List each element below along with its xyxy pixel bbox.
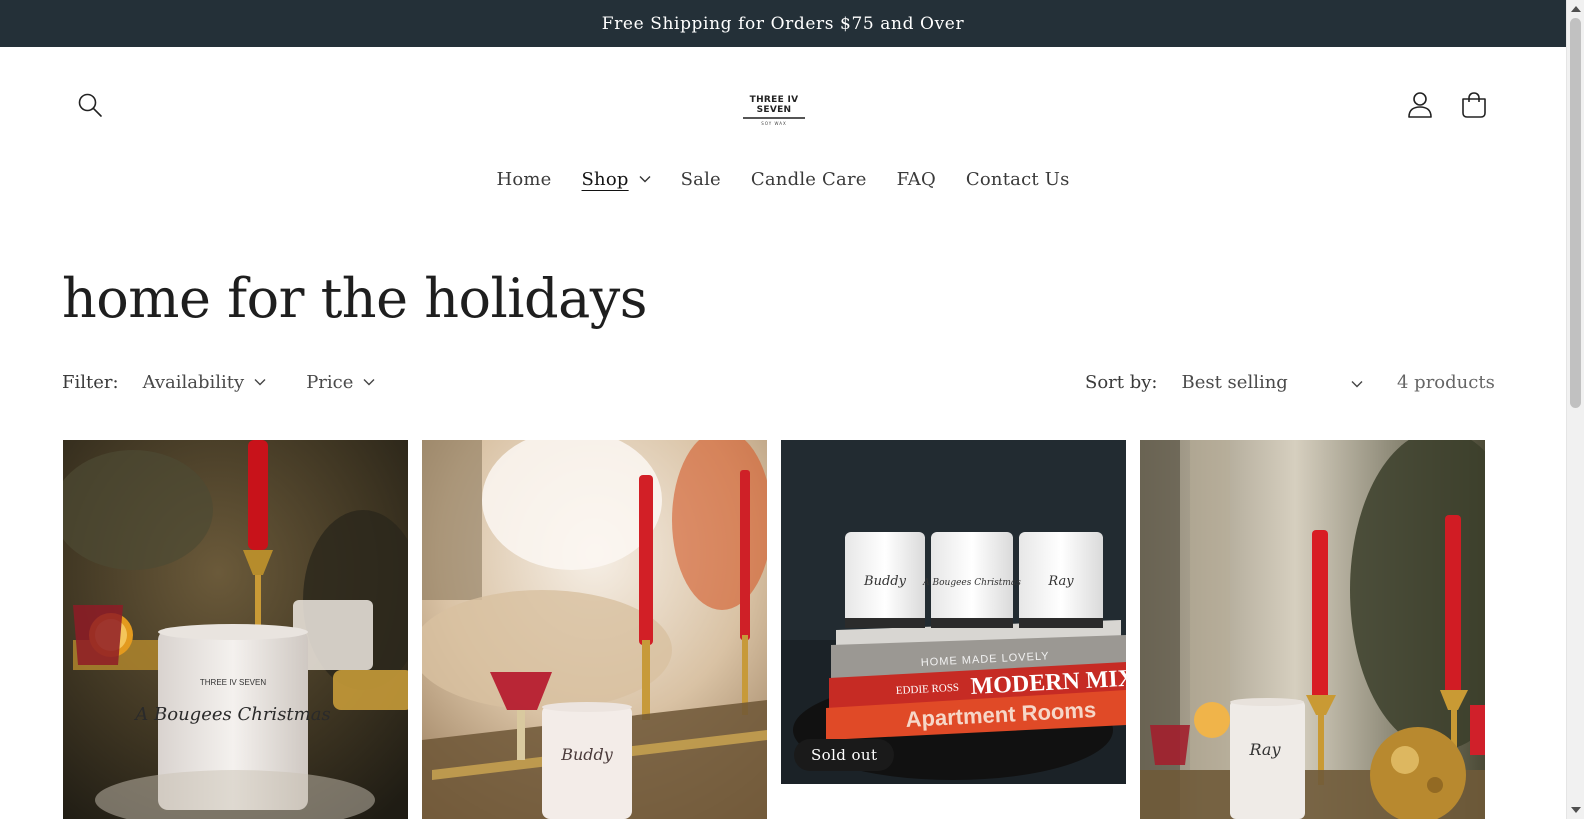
search-button[interactable]: [70, 85, 110, 125]
nav-item-contact-us[interactable]: Contact Us: [951, 169, 1085, 190]
product-card[interactable]: Buddy: [422, 440, 767, 819]
scroll-down-icon[interactable]: [1571, 807, 1581, 813]
brand-logo[interactable]: THREE IV SEVEN SOY WAX: [736, 95, 812, 126]
product-image[interactable]: HOME MADE LOVELY EDDIE ROSS MODERN MIX A…: [781, 440, 1126, 784]
logo-tagline: SOY WAX: [761, 121, 787, 126]
filter-label: Filter:: [62, 371, 119, 393]
product-image[interactable]: THREE IV SEVEN A Bougees Christmas: [63, 440, 408, 819]
nav-label: Shop: [581, 168, 629, 190]
nav-item-faq[interactable]: FAQ: [882, 169, 951, 190]
price-filter-label: Price: [306, 371, 354, 393]
chevron-down-icon: [639, 175, 651, 183]
nav-label: Sale: [680, 168, 721, 190]
chevron-down-icon: [254, 378, 266, 386]
product-card[interactable]: THREE IV SEVEN A Bougees Christmas: [63, 440, 408, 819]
collection-title: home for the holidays: [62, 267, 648, 330]
jar-label-text: Buddy: [560, 745, 614, 764]
announcement-bar: Free Shipping for Orders $75 and Over: [0, 0, 1566, 47]
product-card[interactable]: Ray: [1140, 440, 1485, 819]
filter-bar: Filter: Availability Price: [62, 367, 415, 397]
scroll-up-icon[interactable]: [1571, 6, 1581, 12]
announcement-text: Free Shipping for Orders $75 and Over: [601, 13, 965, 34]
jar-label-text: Ray: [1249, 740, 1282, 759]
nav-label: Candle Care: [750, 168, 867, 190]
logo-rule: [743, 117, 805, 119]
nav-item-sale[interactable]: Sale: [666, 169, 736, 190]
availability-filter[interactable]: Availability: [143, 372, 267, 393]
search-icon: [78, 93, 102, 117]
cart-button[interactable]: [1454, 85, 1494, 125]
nav-label: Home: [496, 168, 552, 190]
price-filter[interactable]: Price: [306, 372, 375, 393]
sort-label: Sort by:: [1085, 371, 1158, 393]
svg-text:Buddy: Buddy: [863, 574, 907, 589]
product-card[interactable]: HOME MADE LOVELY EDDIE ROSS MODERN MIX A…: [781, 440, 1126, 784]
chevron-down-icon: [363, 378, 375, 386]
scroll-thumb[interactable]: [1570, 18, 1581, 408]
nav-label: Contact Us: [965, 168, 1070, 190]
svg-text:Ray: Ray: [1047, 574, 1074, 589]
chevron-down-icon: [1351, 372, 1363, 393]
product-image[interactable]: Ray: [1140, 440, 1485, 819]
jar-brand-text: THREE IV SEVEN: [200, 678, 266, 687]
jar-label-text: A Bougees Christmas: [133, 704, 330, 725]
nav-item-candle-care[interactable]: Candle Care: [736, 169, 882, 190]
cart-icon: [1462, 92, 1486, 118]
nav-label: FAQ: [896, 168, 936, 190]
user-icon: [1408, 92, 1432, 118]
page-scrollbar[interactable]: [1566, 0, 1584, 819]
account-button[interactable]: [1400, 85, 1440, 125]
sort-select[interactable]: Best selling: [1181, 372, 1363, 393]
main-navigation: Home Shop Sale Candle Care FAQ Contact U…: [0, 162, 1566, 196]
product-image[interactable]: Buddy: [422, 440, 767, 819]
product-count: 4 products: [1397, 371, 1495, 393]
availability-filter-label: Availability: [142, 371, 245, 393]
sort-selected-value: Best selling: [1181, 371, 1288, 393]
nav-item-home[interactable]: Home: [481, 169, 566, 190]
svg-text:A Bougees Christmas: A Bougees Christmas: [922, 578, 1021, 588]
nav-item-shop[interactable]: Shop: [567, 169, 666, 190]
site-header: THREE IV SEVEN SOY WAX: [0, 47, 1566, 157]
logo-brand-text: THREE IV SEVEN: [749, 95, 799, 115]
sold-out-badge: Sold out: [794, 739, 895, 771]
sort-bar: Sort by: Best selling: [1085, 367, 1363, 397]
